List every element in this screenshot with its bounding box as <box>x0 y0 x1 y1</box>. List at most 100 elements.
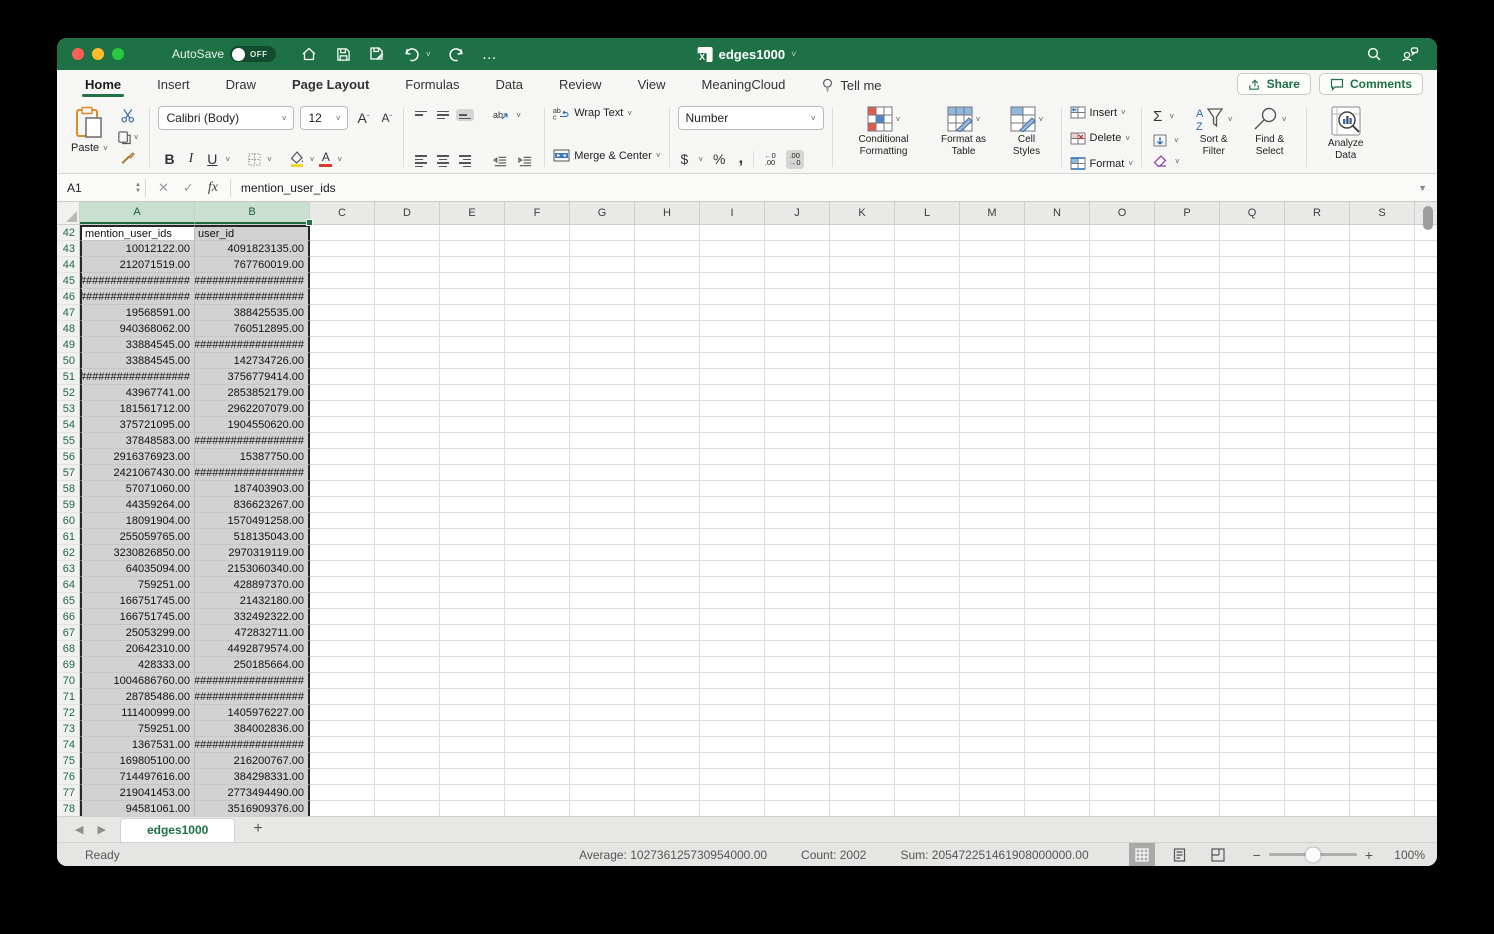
decrease-indent-button[interactable] <box>490 153 511 169</box>
cell-B66[interactable]: 332492322.00 <box>195 609 310 625</box>
font-size-select[interactable]: 12 ˅ <box>300 106 349 130</box>
cell-A46[interactable]: ################## <box>80 289 195 305</box>
cell-A61[interactable]: 255059765.00 <box>80 529 195 545</box>
cell-B53[interactable]: 2962207079.00 <box>195 401 310 417</box>
cell-styles-button[interactable]: ˅ Cell Styles <box>1001 104 1053 159</box>
cancel-entry-icon[interactable]: ✕ <box>158 180 169 196</box>
cell-B47[interactable]: 388425535.00 <box>195 305 310 321</box>
cell-A63[interactable]: 64035094.00 <box>80 561 195 577</box>
empty-cells[interactable] <box>310 465 1437 481</box>
empty-cells[interactable] <box>310 737 1437 753</box>
zoom-in-button[interactable]: + <box>1365 847 1373 863</box>
cell-B42[interactable]: user_id <box>195 225 310 241</box>
cell-B68[interactable]: 4492879574.00 <box>195 641 310 657</box>
cell-A60[interactable]: 18091904.00 <box>80 513 195 529</box>
row-header-68[interactable]: 68 <box>57 641 80 657</box>
empty-cells[interactable] <box>310 289 1437 305</box>
home-icon[interactable] <box>300 45 318 63</box>
align-left-button[interactable] <box>412 153 430 169</box>
merge-center-button[interactable]: Merge & Center ˅ <box>553 149 661 162</box>
name-box-stepper[interactable]: ▲ ▼ <box>135 182 141 194</box>
cell-B72[interactable]: 1405976227.00 <box>195 705 310 721</box>
cell-B65[interactable]: 21432180.00 <box>195 593 310 609</box>
cell-B52[interactable]: 2853852179.00 <box>195 385 310 401</box>
document-title-area[interactable]: edges1000 ˅ <box>697 38 796 70</box>
empty-cells[interactable] <box>310 369 1437 385</box>
undo-icon[interactable] <box>402 45 420 63</box>
cell-B51[interactable]: 3756779414.00 <box>195 369 310 385</box>
borders-button[interactable] <box>244 150 265 169</box>
align-bottom-button[interactable] <box>456 108 475 122</box>
row-header-76[interactable]: 76 <box>57 769 80 785</box>
cell-A68[interactable]: 20642310.00 <box>80 641 195 657</box>
format-cells-button[interactable]: Format ˅ <box>1070 157 1133 170</box>
row-header-74[interactable]: 74 <box>57 737 80 753</box>
row-header-58[interactable]: 58 <box>57 481 80 497</box>
empty-cells[interactable] <box>310 481 1437 497</box>
sort-filter-button[interactable]: AZ ˅ Sort & Filter <box>1186 104 1242 159</box>
empty-cells[interactable] <box>310 593 1437 609</box>
cell-B77[interactable]: 2773494490.00 <box>195 785 310 801</box>
formula-bar-expand-icon[interactable]: ▼ <box>1418 183 1427 193</box>
empty-cells[interactable] <box>310 561 1437 577</box>
cell-A47[interactable]: 19568591.00 <box>80 305 195 321</box>
find-select-button[interactable]: ˅ Find & Select <box>1242 104 1298 159</box>
column-header-L[interactable]: L <box>895 202 960 224</box>
row-header-55[interactable]: 55 <box>57 433 80 449</box>
cell-A43[interactable]: 10012122.00 <box>80 241 195 257</box>
empty-cells[interactable] <box>310 673 1437 689</box>
cell-B73[interactable]: 384002836.00 <box>195 721 310 737</box>
row-header-61[interactable]: 61 <box>57 529 80 545</box>
empty-cells[interactable] <box>310 353 1437 369</box>
insert-cells-button[interactable]: Insert ˅ <box>1070 106 1134 119</box>
underline-chevron-icon[interactable]: ˅ <box>225 155 230 164</box>
row-header-64[interactable]: 64 <box>57 577 80 593</box>
empty-cells[interactable] <box>310 785 1437 801</box>
column-header-G[interactable]: G <box>570 202 635 224</box>
cell-B48[interactable]: 760512895.00 <box>195 321 310 337</box>
format-as-table-button[interactable]: ˅ Format as Table <box>933 104 995 159</box>
select-all-corner[interactable] <box>57 202 80 224</box>
column-header-D[interactable]: D <box>375 202 440 224</box>
cell-A76[interactable]: 714497616.00 <box>80 769 195 785</box>
zoom-out-button[interactable]: − <box>1253 847 1261 863</box>
empty-cells[interactable] <box>310 801 1437 816</box>
copy-button[interactable]: ˅ <box>114 128 142 147</box>
row-header-65[interactable]: 65 <box>57 593 80 609</box>
cell-B59[interactable]: 836623267.00 <box>195 497 310 513</box>
cell-A74[interactable]: 1367531.00 <box>80 737 195 753</box>
empty-cells[interactable] <box>310 321 1437 337</box>
minimize-window-button[interactable] <box>92 48 104 60</box>
empty-cells[interactable] <box>310 769 1437 785</box>
cell-A77[interactable]: 219041453.00 <box>80 785 195 801</box>
row-header-69[interactable]: 69 <box>57 657 80 673</box>
cell-A59[interactable]: 44359264.00 <box>80 497 195 513</box>
cell-A58[interactable]: 57071060.00 <box>80 481 195 497</box>
cell-B64[interactable]: 428897370.00 <box>195 577 310 593</box>
column-header-C[interactable]: C <box>310 202 375 224</box>
underline-button[interactable]: U <box>201 151 223 167</box>
number-format-select[interactable]: Number ˅ <box>677 106 824 130</box>
cell-A75[interactable]: 169805100.00 <box>80 753 195 769</box>
orientation-button[interactable]: ab <box>490 106 512 124</box>
cell-B46[interactable]: ################## <box>195 289 310 305</box>
empty-cells[interactable] <box>310 385 1437 401</box>
empty-cells[interactable] <box>310 609 1437 625</box>
cell-A71[interactable]: 28785486.00 <box>80 689 195 705</box>
cell-A70[interactable]: 1004686760.00 <box>80 673 195 689</box>
cell-A78[interactable]: 94581061.00 <box>80 801 195 816</box>
column-header-J[interactable]: J <box>765 202 830 224</box>
column-header-P[interactable]: P <box>1155 202 1220 224</box>
italic-button[interactable]: I <box>183 151 200 167</box>
row-header-57[interactable]: 57 <box>57 465 80 481</box>
row-header-59[interactable]: 59 <box>57 497 80 513</box>
ribbon-tab-review[interactable]: Review <box>559 71 602 99</box>
empty-cells[interactable] <box>310 513 1437 529</box>
empty-cells[interactable] <box>310 625 1437 641</box>
fill-color-button[interactable] <box>286 149 308 169</box>
empty-cells[interactable] <box>310 577 1437 593</box>
empty-cells[interactable] <box>310 497 1437 513</box>
row-header-51[interactable]: 51 <box>57 369 80 385</box>
row-header-71[interactable]: 71 <box>57 689 80 705</box>
ribbon-tab-formulas[interactable]: Formulas <box>405 71 459 99</box>
